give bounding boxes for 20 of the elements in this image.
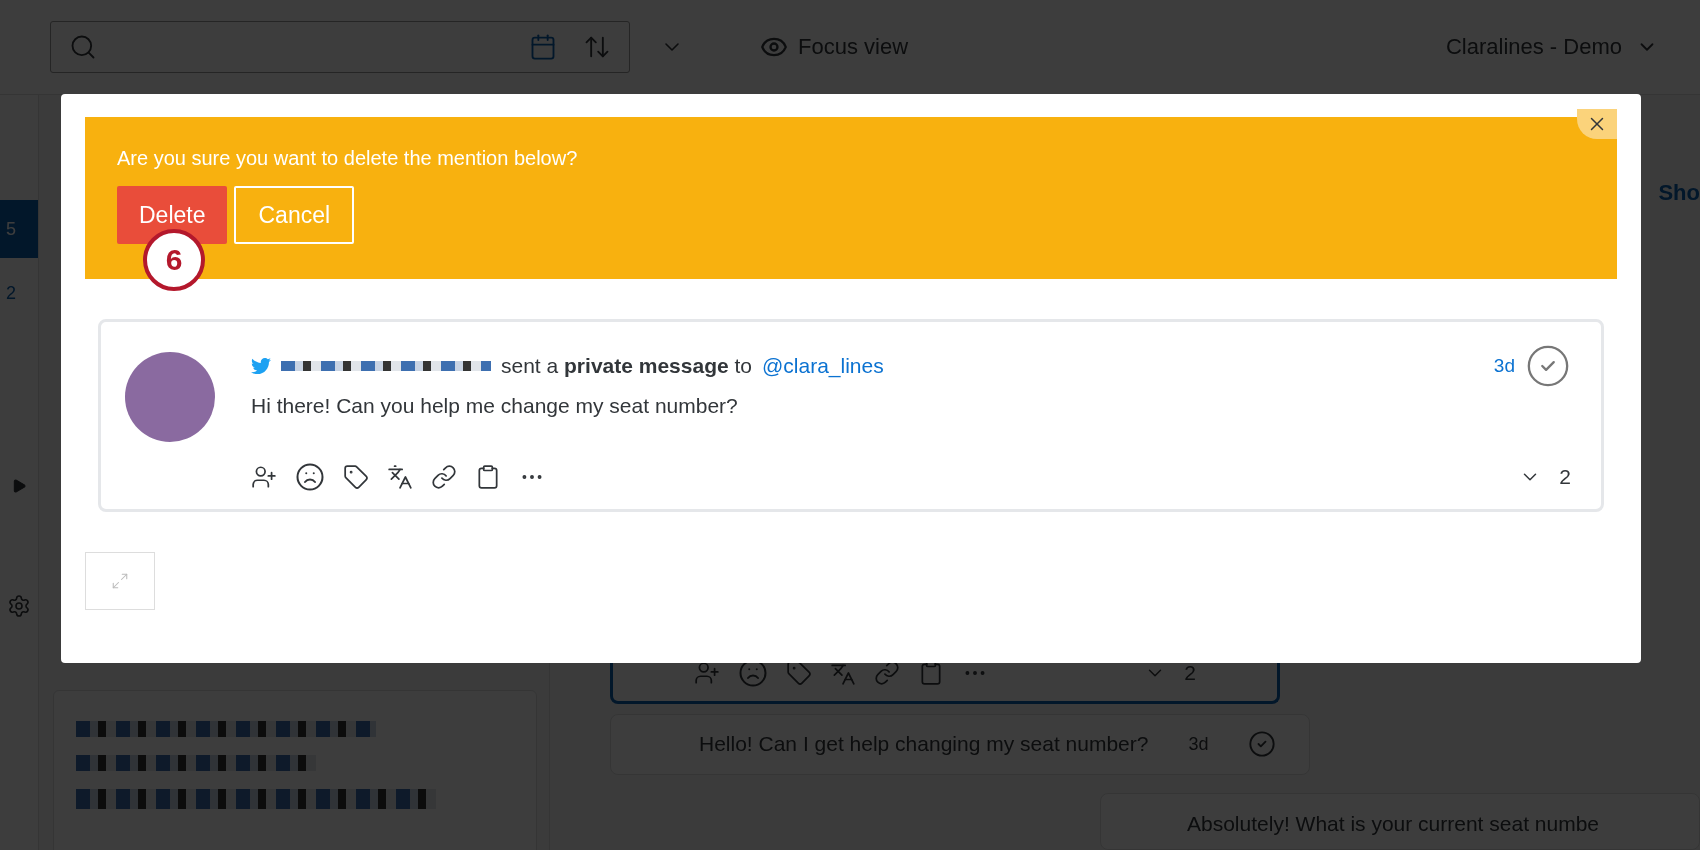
check-circle-icon[interactable] [1525, 343, 1571, 389]
user-plus-icon[interactable] [251, 464, 277, 490]
reply-count: 2 [1559, 465, 1571, 489]
bird-icon [251, 356, 271, 376]
step-badge: 6 [143, 229, 205, 291]
frown-icon[interactable] [295, 462, 325, 492]
handle-link[interactable]: @clara_lines [762, 354, 884, 378]
clipboard-icon[interactable] [475, 464, 501, 490]
close-button[interactable] [1577, 109, 1617, 139]
cancel-button[interactable]: Cancel [234, 186, 355, 244]
confirm-prompt: Are you sure you want to delete the mention below? [117, 147, 579, 170]
mention-time: 3d [1493, 355, 1515, 377]
link-icon[interactable] [431, 464, 457, 490]
tag-icon[interactable] [343, 464, 369, 490]
sidebar-item[interactable]: 2 [0, 278, 38, 308]
translate-icon[interactable] [387, 464, 413, 490]
mention-text: Hi there! Can you help me change my seat number? [251, 394, 738, 418]
delete-button[interactable]: Delete [117, 186, 228, 244]
expand-icon [111, 572, 129, 590]
mention-action: sent a private message to [501, 354, 752, 378]
